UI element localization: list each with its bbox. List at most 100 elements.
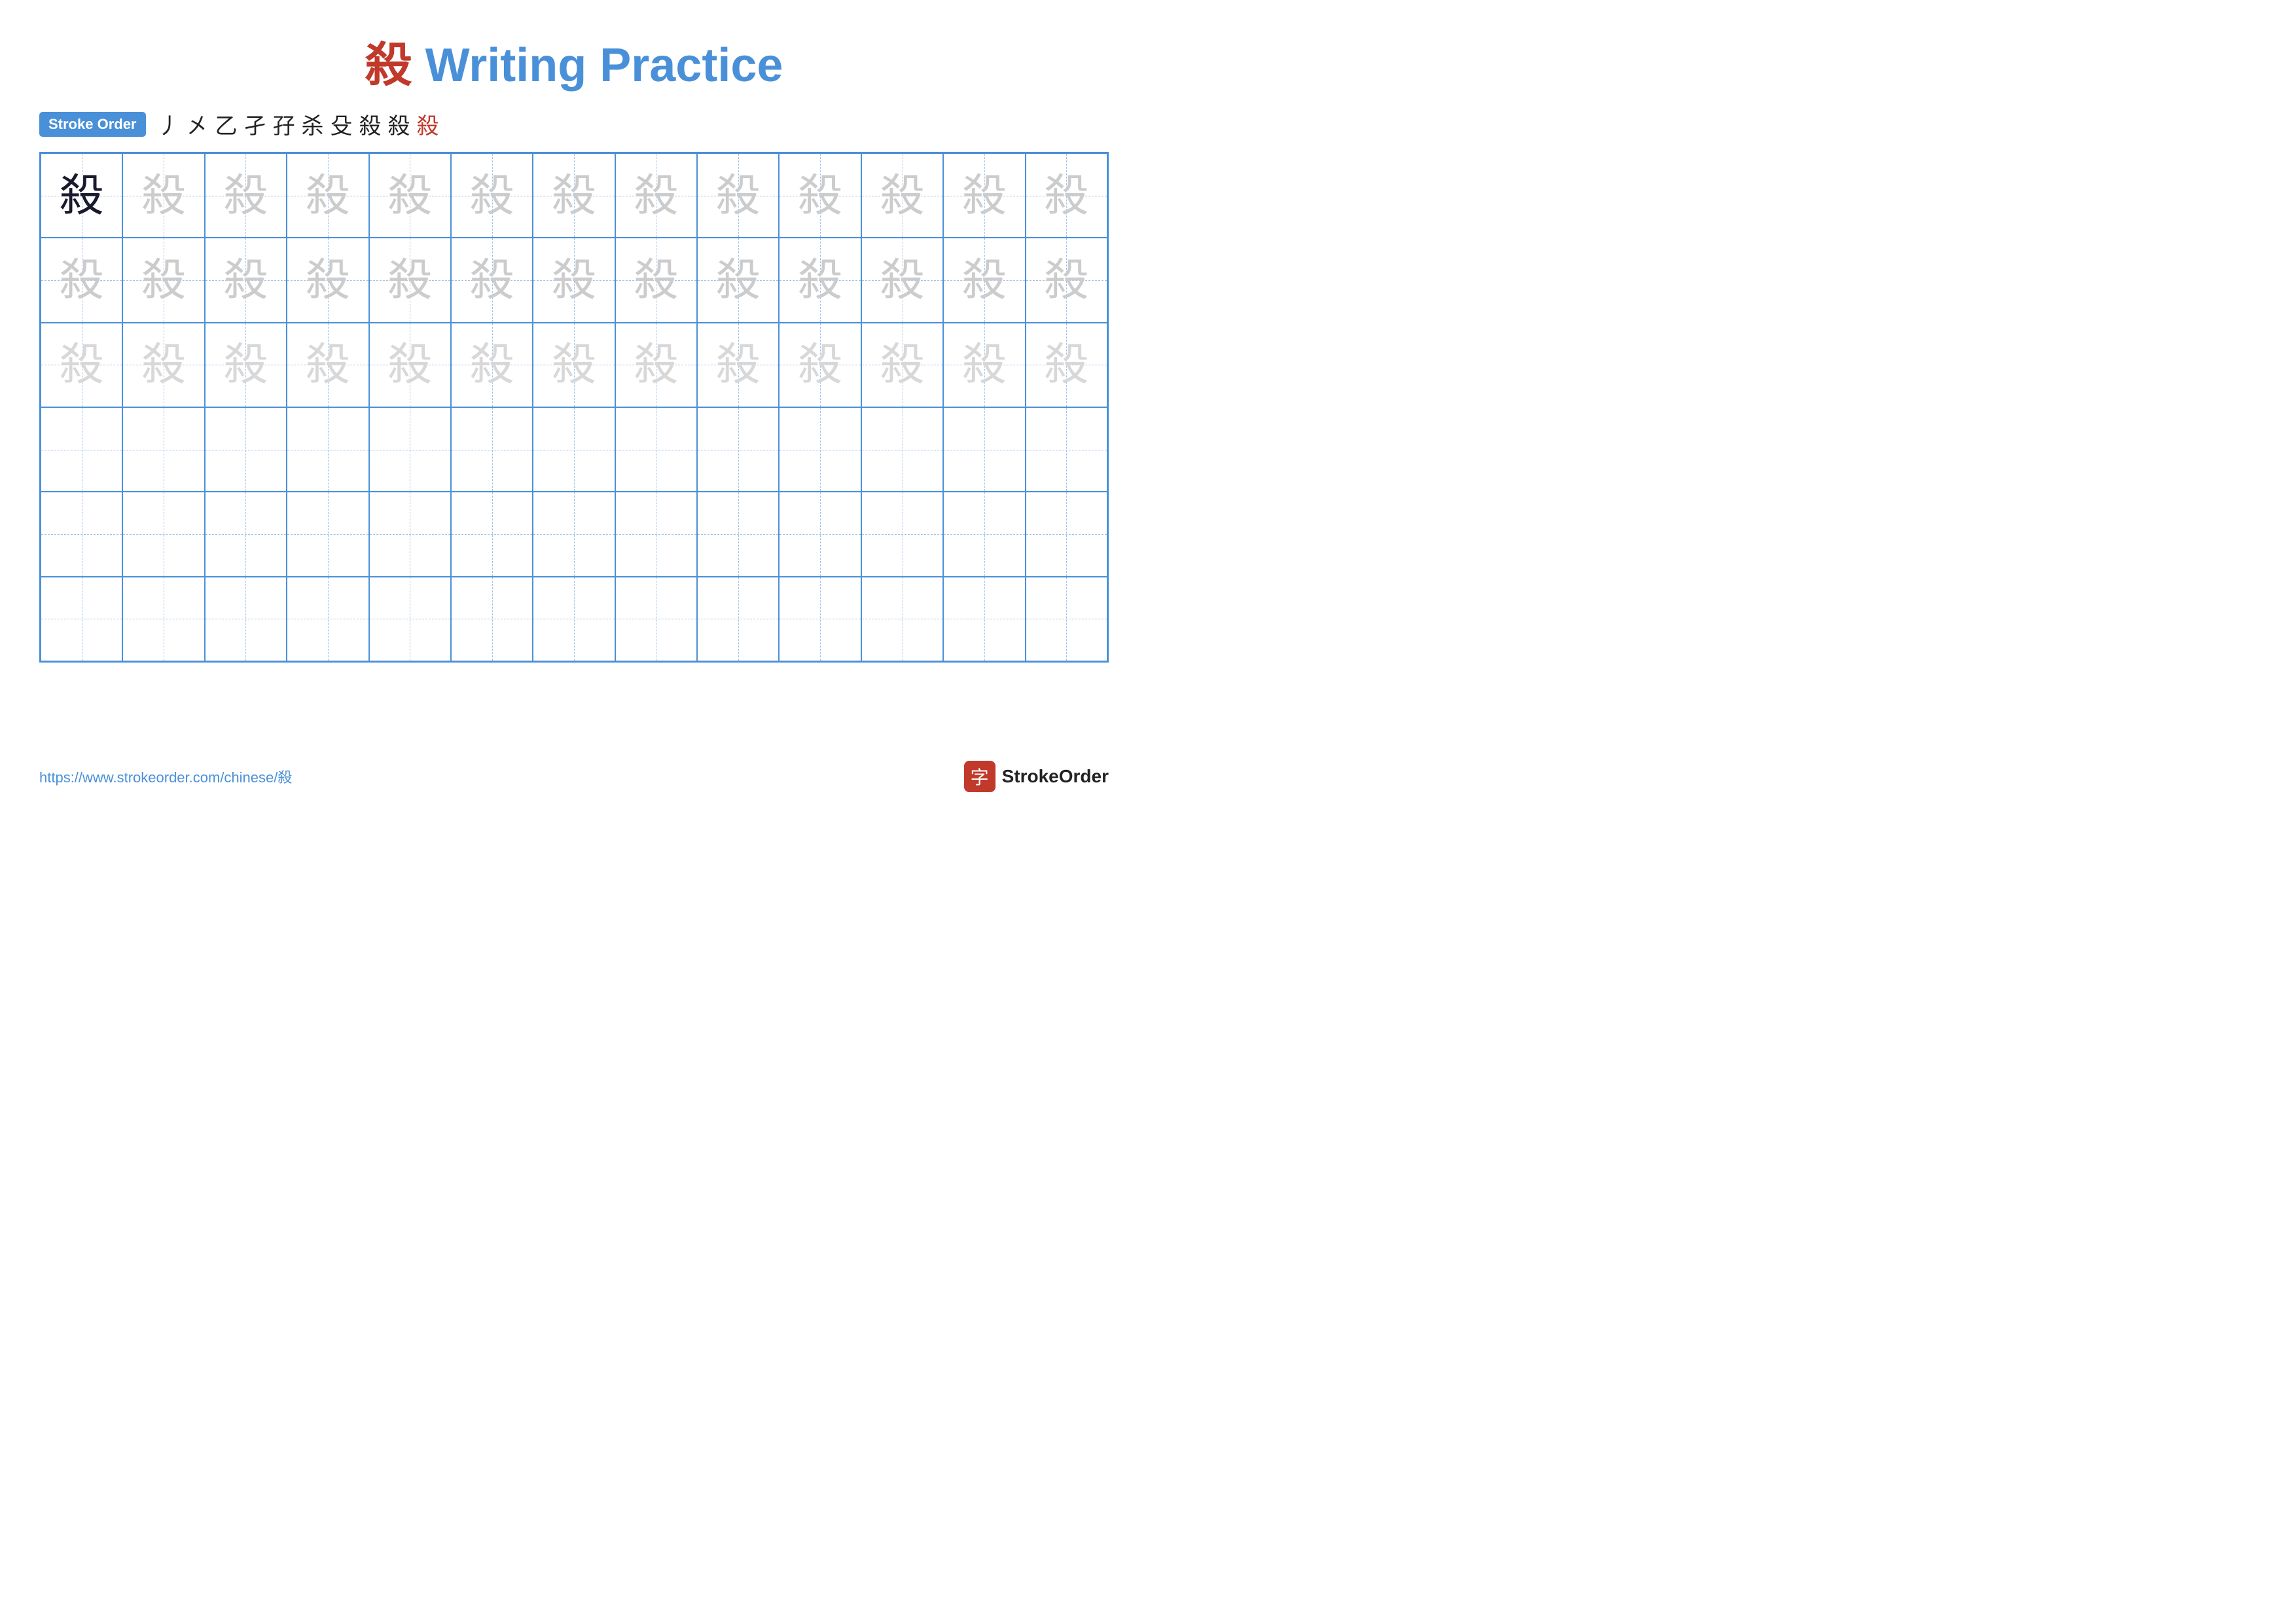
- grid-cell: [697, 577, 779, 661]
- cell-character: 殺: [470, 342, 514, 387]
- grid-cell: [369, 492, 451, 576]
- cell-character: 殺: [141, 258, 186, 302]
- grid-cell: 殺: [451, 238, 533, 322]
- cell-character: 殺: [798, 173, 842, 218]
- grid-cell: [943, 577, 1025, 661]
- practice-grid: 殺殺殺殺殺殺殺殺殺殺殺殺殺殺殺殺殺殺殺殺殺殺殺殺殺殺殺殺殺殺殺殺殺殺殺殺殺殺殺: [39, 152, 1109, 663]
- grid-cell: [861, 577, 943, 661]
- grid-cell: 殺: [287, 153, 368, 238]
- grid-cell: [943, 492, 1025, 576]
- grid-cell: 殺: [369, 153, 451, 238]
- grid-cell: [533, 577, 615, 661]
- grid-cell: [287, 492, 368, 576]
- grid-cell: 殺: [943, 153, 1025, 238]
- grid-cell: 殺: [287, 238, 368, 322]
- grid-cell: 殺: [943, 238, 1025, 322]
- grid-cell: 殺: [41, 323, 122, 407]
- grid-cell: 殺: [615, 238, 697, 322]
- cell-character: 殺: [60, 173, 104, 218]
- grid-cell: [533, 492, 615, 576]
- grid-cell: [205, 492, 287, 576]
- grid-cell: [41, 407, 122, 492]
- grid-cell: [369, 577, 451, 661]
- page-title: 殺 Writing Practice: [39, 26, 1109, 95]
- grid-cell: 殺: [451, 153, 533, 238]
- grid-cell: [122, 407, 204, 492]
- cell-character: 殺: [880, 173, 925, 218]
- grid-cell: [451, 407, 533, 492]
- stroke-step-7: 殳: [331, 108, 353, 140]
- cell-character: 殺: [223, 173, 268, 218]
- grid-cell: [779, 407, 861, 492]
- cell-character: 殺: [306, 342, 350, 387]
- cell-character: 殺: [962, 342, 1007, 387]
- grid-cell: [779, 577, 861, 661]
- grid-cell: 殺: [861, 153, 943, 238]
- grid-cell: [1026, 407, 1107, 492]
- grid-cell: 殺: [369, 323, 451, 407]
- stroke-step-9: 殺: [388, 108, 410, 140]
- cell-character: 殺: [880, 258, 925, 302]
- cell-character: 殺: [387, 173, 432, 218]
- cell-character: 殺: [60, 342, 104, 387]
- grid-cell: 殺: [122, 238, 204, 322]
- cell-character: 殺: [1044, 342, 1088, 387]
- grid-cell: [41, 577, 122, 661]
- grid-cell: [861, 407, 943, 492]
- cell-character: 殺: [552, 173, 596, 218]
- stroke-step-3: 乙: [215, 108, 238, 140]
- grid-cell: 殺: [697, 153, 779, 238]
- grid-cell: [533, 407, 615, 492]
- stroke-step-8: 殺: [359, 108, 382, 140]
- footer-logo: 字 StrokeOrder: [964, 761, 1109, 792]
- cell-character: 殺: [1044, 173, 1088, 218]
- stroke-order-badge: Stroke Order: [39, 112, 146, 137]
- grid-cell: [1026, 492, 1107, 576]
- grid-cell: [205, 577, 287, 661]
- grid-cell: 殺: [533, 238, 615, 322]
- cell-character: 殺: [552, 258, 596, 302]
- grid-cell: 殺: [205, 153, 287, 238]
- stroke-steps: 丿 㐅 乙 孑 孖 杀 殳 殺 殺 殺: [158, 108, 439, 140]
- cell-character: 殺: [141, 342, 186, 387]
- grid-cell: 殺: [943, 323, 1025, 407]
- cell-character: 殺: [470, 258, 514, 302]
- grid-cell: [615, 577, 697, 661]
- cell-character: 殺: [634, 342, 678, 387]
- stroke-step-1: 丿: [158, 108, 180, 140]
- grid-cell: 殺: [41, 238, 122, 322]
- grid-cell: [287, 407, 368, 492]
- cell-character: 殺: [306, 258, 350, 302]
- grid-cell: 殺: [41, 153, 122, 238]
- grid-cell: 殺: [122, 323, 204, 407]
- grid-cell: [697, 492, 779, 576]
- cell-character: 殺: [223, 258, 268, 302]
- cell-character: 殺: [141, 173, 186, 218]
- grid-cell: 殺: [779, 323, 861, 407]
- page: 殺 Writing Practice Stroke Order 丿 㐅 乙 孑 …: [0, 0, 1148, 812]
- footer-url: https://www.strokeorder.com/chinese/殺: [39, 766, 292, 787]
- grid-cell: [369, 407, 451, 492]
- grid-cell: 殺: [369, 238, 451, 322]
- grid-cell: 殺: [779, 153, 861, 238]
- cell-character: 殺: [962, 173, 1007, 218]
- footer-logo-text: StrokeOrder: [1002, 766, 1109, 787]
- grid-cell: 殺: [697, 238, 779, 322]
- grid-cell: [451, 577, 533, 661]
- cell-character: 殺: [798, 258, 842, 302]
- grid-cell: 殺: [779, 238, 861, 322]
- grid-cell: 殺: [861, 323, 943, 407]
- cell-character: 殺: [223, 342, 268, 387]
- cell-character: 殺: [60, 258, 104, 302]
- grid-cell: 殺: [1026, 323, 1107, 407]
- grid-cell: 殺: [205, 323, 287, 407]
- stroke-step-2: 㐅: [187, 108, 209, 140]
- cell-character: 殺: [962, 258, 1007, 302]
- grid-cell: 殺: [1026, 238, 1107, 322]
- footer: https://www.strokeorder.com/chinese/殺 字 …: [39, 761, 1109, 792]
- grid-cell: 殺: [615, 153, 697, 238]
- title-text: Writing Practice: [412, 39, 783, 92]
- grid-cell: 殺: [122, 153, 204, 238]
- grid-cell: [779, 492, 861, 576]
- grid-cell: [122, 577, 204, 661]
